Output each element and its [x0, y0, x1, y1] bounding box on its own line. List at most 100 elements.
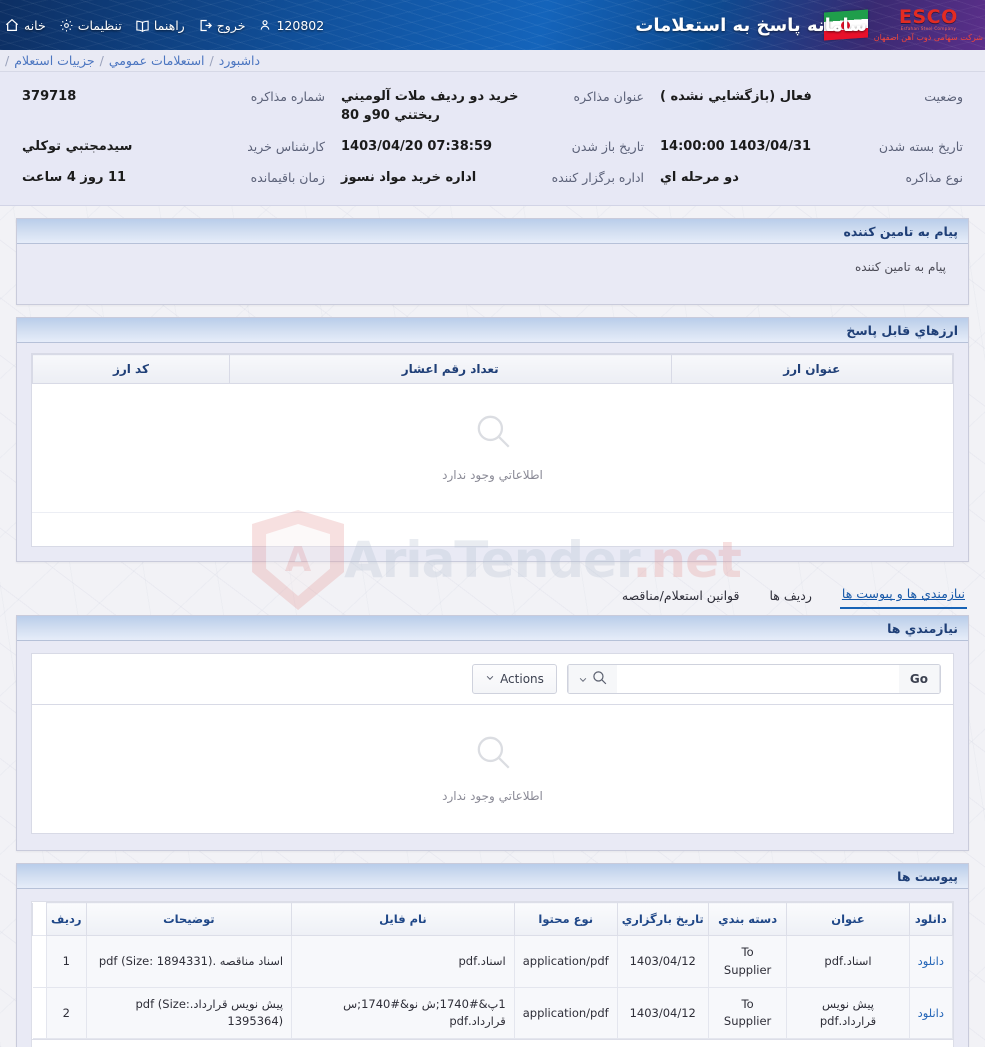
search-column-selector[interactable] [567, 665, 617, 694]
tab-line-items[interactable]: ردیف ها [767, 584, 813, 609]
info-value: خرید دو ردیف ملات آلومیني ریختني 90و 80 [341, 89, 519, 123]
cell-selector[interactable] [32, 986, 47, 1040]
info-label: نوع مذاکره [905, 169, 964, 185]
info-value: 11 روز 4 ساعت [22, 169, 127, 185]
info-field-remaining-time: زمان باقیمانده 11 روز 4 ساعت [14, 163, 333, 194]
chevron-down-icon [578, 670, 588, 689]
tab-requirements-attachments[interactable]: نیازمندي ها و پیوست ها [839, 582, 967, 610]
tab-inquiry-rules[interactable]: قوانین استعلام/مناقصه [620, 584, 742, 609]
col-title[interactable]: عنوان [786, 902, 910, 937]
detail-tabs: نیازمندي ها و پیوست ها ردیف ها قوانین اس… [16, 582, 969, 610]
info-value: 1403/04/31 14:00:00 [660, 138, 812, 154]
info-field-negotiation-type: نوع مذاکره دو مرحله اي [652, 163, 971, 194]
info-field-negotiation-title: عنوان مذاکره خرید دو ردیف ملات آلومیني ر… [333, 82, 652, 132]
search-input[interactable] [616, 665, 899, 694]
page-root: ESCO Esfahan Steel Company شرکت سهامی ذو… [0, 0, 985, 1047]
breadcrumb-separator: / [99, 53, 104, 68]
table-header-row: عنوان ارز تعداد رقم اعشار کد ارز [32, 354, 953, 385]
app-header: ESCO Esfahan Steel Company شرکت سهامی ذو… [0, 0, 985, 50]
col-decimal-digits[interactable]: تعداد رقم اعشار [228, 354, 672, 385]
info-row: نوع مذاکره دو مرحله اي اداره برگزار کنند… [14, 163, 971, 194]
requirements-title: نیازمندي ها [17, 616, 968, 642]
requirements-empty-state: اطلاعاتي وجود ندارد [32, 705, 953, 834]
cell-upload-date: 1403/04/12 [616, 935, 709, 988]
info-label: زمان باقیمانده [250, 169, 325, 185]
col-upload-date[interactable]: تاریخ بارگزاري [616, 902, 709, 937]
nav-item-settings[interactable]: تنظیمات [59, 18, 122, 33]
inquiry-info-panel: وضعیت فعال (بازگشایي نشده ) عنوان مذاکره… [0, 72, 985, 207]
col-currency-code[interactable]: کد ارز [32, 354, 230, 385]
cell-description: پیش نویس قرارداد.pdf (Size: 1395364) [85, 986, 293, 1040]
cell-download[interactable]: دانلود [908, 935, 954, 988]
table-row[interactable]: دانلود اسناد.pdf To Supplier 1403/04/12 … [32, 935, 954, 988]
nav-settings-label: تنظیمات [77, 17, 122, 33]
col-row-number[interactable]: ردیف [46, 902, 87, 937]
cell-title: اسناد.pdf [786, 935, 910, 988]
col-file-name[interactable]: نام فایل [291, 902, 515, 937]
info-value: 07:38:59 1403/04/20 [341, 138, 493, 154]
supplier-message-card: پیام به تامین کننده پیام به تامین کننده [16, 218, 969, 306]
col-selector [32, 902, 47, 936]
info-label: وضعیت [924, 89, 963, 104]
info-field-opening-date: تاریخ باز شدن 07:38:59 1403/04/20 [333, 132, 652, 163]
nav-item-logout[interactable]: خروج [198, 18, 245, 33]
col-description[interactable]: توضیحات [85, 902, 293, 937]
requirements-toolbar: Go Actions [31, 653, 954, 706]
info-value: 379718 [22, 89, 77, 104]
col-currency-title[interactable]: عنوان ارز [670, 354, 953, 385]
requirements-empty-message: اطلاعاتي وجود ندارد [442, 789, 543, 804]
attachments-pagination: 1 - 2 [31, 1040, 954, 1047]
cell-file-name: اسناد.pdf [291, 935, 515, 988]
col-category[interactable]: دسته بندي [707, 902, 788, 937]
nav-item-user[interactable]: 120802 [258, 18, 324, 33]
actions-button-label: Actions [500, 672, 544, 687]
cell-selector[interactable] [32, 935, 47, 988]
info-label: عنوان مذاکره [573, 89, 644, 104]
esco-logo: ESCO Esfahan Steel Company شرکت سهامی ذو… [873, 5, 983, 43]
download-link[interactable]: دانلود [918, 1006, 944, 1020]
info-field-status: وضعیت فعال (بازگشایي نشده ) [652, 82, 971, 132]
user-icon [258, 18, 272, 32]
nav-item-help[interactable]: راهنما [135, 18, 185, 33]
currencies-table: عنوان ارز تعداد رقم اعشار کد ارز [32, 354, 953, 385]
download-link[interactable]: دانلود [918, 954, 944, 968]
attachments-table-wrap: دانلود عنوان دسته بندي تاریخ بارگزاري نو… [31, 901, 954, 1041]
page-title: سامانه پاسخ به استعلامات [635, 14, 867, 36]
actions-button[interactable]: Actions [472, 664, 557, 695]
cell-content-type: application/pdf [513, 986, 618, 1040]
chevron-down-icon [485, 672, 495, 686]
esco-wordmark: ESCO [898, 5, 958, 28]
nav-home-label: خانه [24, 17, 46, 33]
answerable-currencies-title: ارزهاي قابل پاسخ [17, 318, 968, 344]
table-row[interactable]: دانلود پیش نویس قرارداد.pdf To Supplier … [32, 986, 954, 1040]
table-header-row: دانلود عنوان دسته بندي تاریخ بارگزاري نو… [32, 902, 954, 937]
cell-category: To Supplier [707, 986, 788, 1040]
esco-subtitle-fa: شرکت سهامی ذوب آهن اصفهان [873, 33, 983, 43]
cell-row-number: 2 [46, 986, 87, 1040]
info-label: کارشناس خرید [247, 138, 325, 154]
currencies-table-wrap: عنوان ارز تعداد رقم اعشار کد ارز اطلاعات… [31, 353, 954, 548]
info-row: تاریخ بسته شدن 1403/04/31 14:00:00 تاریخ… [14, 132, 971, 163]
home-icon [4, 17, 20, 33]
col-download[interactable]: دانلود [908, 902, 954, 937]
breadcrumb-item-inquiry-details[interactable]: جزییات استعلام [14, 53, 94, 68]
breadcrumb-item-dashboard[interactable]: داشبورد [219, 53, 260, 68]
currencies-empty-state: اطلاعاتي وجود ندارد [32, 384, 953, 513]
cell-download[interactable]: دانلود [908, 986, 954, 1040]
info-label: اداره برگزار کننده [551, 169, 644, 185]
magnifier-icon [472, 410, 514, 456]
book-icon [135, 18, 150, 33]
info-label: تاریخ باز شدن [571, 138, 644, 154]
cell-description: اسناد مناقصه .pdf (Size: 1894331) [85, 935, 293, 988]
col-content-type[interactable]: نوع محتوا [513, 902, 618, 937]
search-go-button[interactable]: Go [898, 665, 940, 694]
attachments-title: پیوست ها [17, 864, 968, 890]
info-value: سیدمجتبي توکلي [22, 138, 133, 154]
info-field-negotiation-number: شماره مذاکره 379718 [14, 82, 333, 132]
attachments-card: پیوست ها دانلود عنوان دسته بندي تاریخ با… [16, 863, 969, 1047]
nav-item-home[interactable]: خانه [4, 17, 46, 33]
breadcrumb-item-public-inquiries[interactable]: استعلامات عمومي [109, 53, 205, 68]
nav-help-label: راهنما [153, 17, 185, 33]
breadcrumb-separator: / [209, 53, 214, 68]
supplier-message-body: پیام به تامین کننده [855, 260, 946, 275]
